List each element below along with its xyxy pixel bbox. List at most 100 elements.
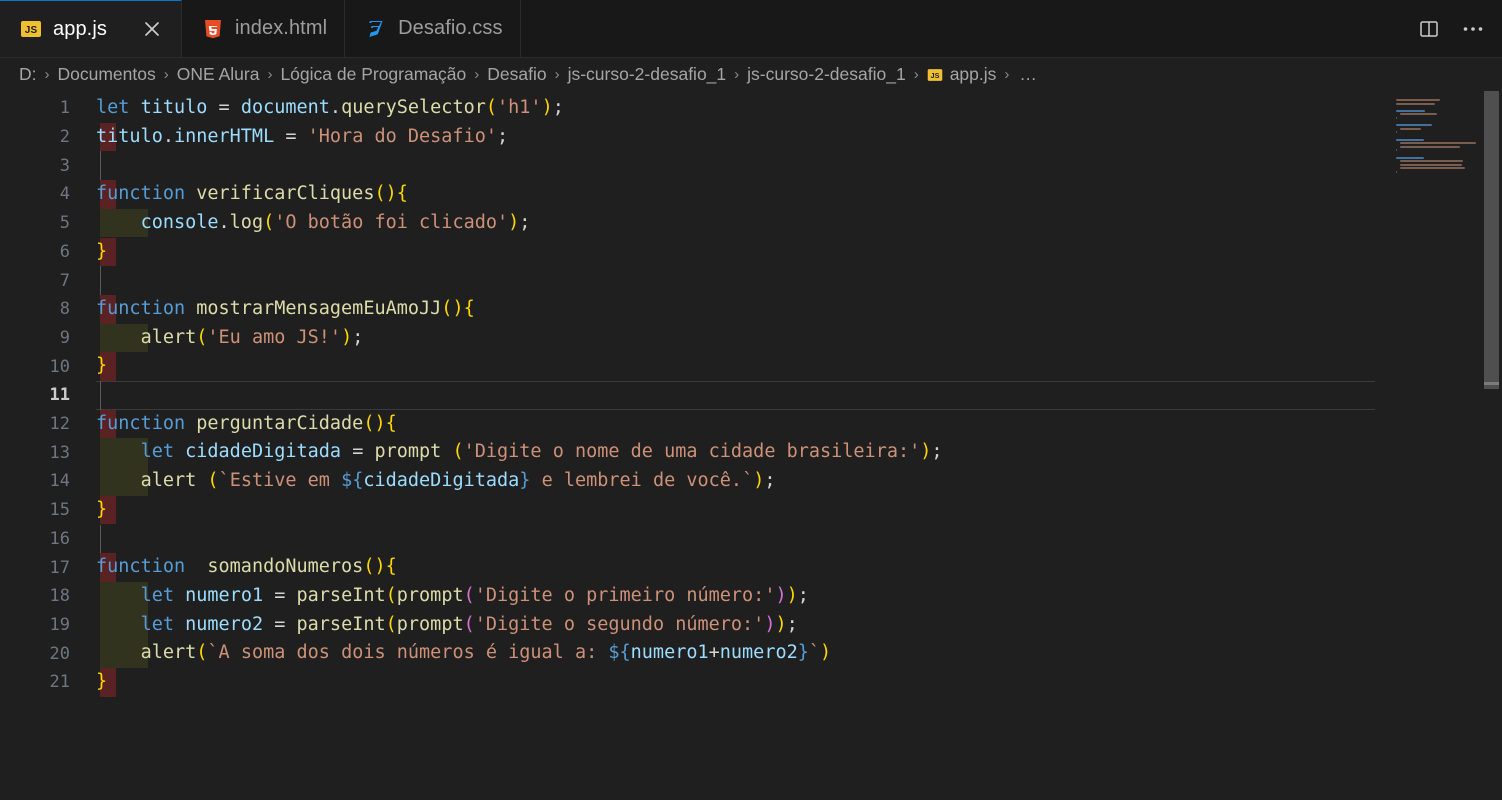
code-text[interactable]: alert(`A soma dos dois números é igual a…	[96, 639, 832, 668]
line-number: 21	[49, 672, 70, 693]
code-text[interactable]: function verificarCliques(){	[96, 180, 408, 209]
tab-label: app.js	[53, 17, 107, 40]
line-number: 16	[49, 528, 70, 549]
code-text[interactable]: function mostrarMensagemEuAmoJJ(){	[96, 295, 475, 324]
code-text[interactable]: }	[96, 352, 107, 381]
indent-guide	[100, 381, 101, 410]
code-line[interactable]: 18 let numero1 = parseInt(prompt('Digite…	[0, 581, 1502, 611]
code-lines-container[interactable]: 1 let titulo = document.querySelector('h1…	[0, 91, 1502, 800]
svg-text:JS: JS	[930, 70, 939, 79]
code-line[interactable]: 4 function verificarCliques(){	[0, 180, 1502, 209]
svg-text:JS: JS	[25, 25, 38, 36]
code-line[interactable]: 5 console.log('O botão foi clicado');	[0, 208, 1502, 238]
code-text[interactable]: alert('Eu amo JS!');	[96, 324, 364, 353]
code-line[interactable]: 20 alert(`A soma dos dois números é igua…	[0, 639, 1502, 668]
indent-guide	[100, 266, 101, 295]
code-line[interactable]: 1 let titulo = document.querySelector('h1…	[0, 94, 1502, 123]
code-text[interactable]: }	[96, 238, 107, 267]
line-number: 5	[59, 213, 70, 234]
active-line-highlight	[96, 381, 1375, 410]
js-file-icon: JS	[927, 67, 943, 83]
code-line[interactable]: 11	[0, 381, 1502, 410]
line-number: 12	[49, 414, 70, 435]
code-line[interactable]: 2 titulo.innerHTML = 'Hora do Desafio';	[0, 122, 1502, 152]
editor-vertical-scrollbar[interactable]	[1480, 91, 1502, 800]
line-number: 19	[49, 614, 70, 635]
breadcrumb-overflow[interactable]: …	[1019, 64, 1038, 85]
breadcrumb-separator-icon: ›	[267, 66, 273, 83]
breadcrumb-item-file[interactable]: JS app.js	[926, 64, 998, 85]
breadcrumb-separator-icon: ›	[734, 66, 740, 83]
split-editor-right-icon[interactable]	[1412, 12, 1446, 46]
tab-label: Desafio.css	[398, 17, 503, 39]
code-text[interactable]: }	[96, 496, 107, 525]
code-line[interactable]: 17 function somandoNumeros(){	[0, 553, 1502, 582]
line-number: 15	[49, 500, 70, 521]
code-line[interactable]: 6}	[0, 237, 1502, 267]
tab-index-html[interactable]: index.html	[181, 0, 346, 57]
code-text[interactable]: function somandoNumeros(){	[96, 553, 397, 582]
js-file-icon: JS	[20, 18, 42, 40]
line-number: 13	[49, 442, 70, 463]
breadcrumb-item-0[interactable]: D:	[18, 64, 38, 85]
line-number: 11	[49, 385, 70, 406]
breadcrumb-item-4[interactable]: Desafio	[486, 64, 547, 85]
code-text[interactable]: console.log('O botão foi clicado');	[96, 209, 531, 238]
breadcrumb-item-2[interactable]: ONE Alura	[176, 64, 261, 85]
tab-app-js[interactable]: JS app.js	[0, 0, 182, 57]
close-icon[interactable]	[140, 17, 164, 41]
line-number: 20	[49, 643, 70, 664]
line-number: 18	[49, 586, 70, 607]
breadcrumb-item-1[interactable]: Documentos	[57, 64, 157, 85]
scrollbar-thumb[interactable]	[1484, 91, 1499, 390]
code-line[interactable]: 19 let numero2 = parseInt(prompt('Digite…	[0, 610, 1502, 640]
code-text[interactable]: titulo.innerHTML = 'Hora do Desafio';	[96, 123, 508, 152]
tab-desafio-css[interactable]: Desafio.css	[345, 0, 521, 57]
vscode-window: JS app.js index.html Desafio.css D: › Do…	[0, 0, 1502, 800]
code-text[interactable]: let titulo = document.querySelector('h1'…	[96, 94, 564, 123]
code-text[interactable]: let cidadeDigitada = prompt ('Digite o n…	[96, 438, 943, 467]
code-line[interactable]: 14 alert (`Estive em ${cidadeDigitada} e…	[0, 467, 1502, 496]
line-number: 8	[59, 299, 70, 320]
code-text[interactable]: alert (`Estive em ${cidadeDigitada} e le…	[96, 467, 776, 496]
breadcrumb-item-6[interactable]: js-curso-2-desafio_1	[746, 64, 907, 85]
line-number: 6	[59, 241, 70, 262]
code-line[interactable]: 16	[0, 524, 1502, 554]
code-text[interactable]: let numero2 = parseInt(prompt('Digite o …	[96, 611, 798, 640]
editor-tab-bar: JS app.js index.html Desafio.css	[0, 0, 1502, 58]
breadcrumb-separator-icon: ›	[913, 66, 919, 83]
code-line[interactable]: 9 alert('Eu amo JS!');	[0, 323, 1502, 353]
line-number: 17	[49, 557, 70, 578]
line-number: 10	[49, 356, 70, 377]
code-editor[interactable]: 1 let titulo = document.querySelector('h1…	[0, 91, 1502, 800]
code-text[interactable]: function perguntarCidade(){	[96, 410, 397, 439]
more-actions-icon[interactable]	[1456, 12, 1490, 46]
line-number: 14	[49, 471, 70, 492]
breadcrumb-item-3[interactable]: Lógica de Programação	[279, 64, 467, 85]
code-text[interactable]: let numero1 = parseInt(prompt('Digite o …	[96, 582, 809, 611]
scrollbar-tick	[1484, 382, 1499, 385]
breadcrumb: D: › Documentos › ONE Alura › Lógica de …	[0, 58, 1502, 91]
line-number: 3	[59, 155, 70, 176]
breadcrumb-separator-icon: ›	[163, 66, 169, 83]
code-line[interactable]: 8 function mostrarMensagemEuAmoJJ(){	[0, 294, 1502, 324]
code-line[interactable]: 13 let cidadeDigitada = prompt ('Digite …	[0, 438, 1502, 468]
breadcrumb-item-5[interactable]: js-curso-2-desafio_1	[567, 64, 728, 85]
code-line[interactable]: 12 function perguntarCidade(){	[0, 409, 1502, 439]
code-text[interactable]: }	[96, 668, 107, 697]
line-number: 2	[59, 127, 70, 148]
code-line[interactable]: 15}	[0, 495, 1502, 525]
line-number: 4	[59, 184, 70, 205]
tab-label: index.html	[234, 17, 328, 39]
line-number: 1	[59, 98, 70, 119]
html-file-icon	[202, 18, 224, 40]
indent-guide	[100, 151, 101, 181]
code-line[interactable]: 7	[0, 266, 1502, 295]
code-line[interactable]: 10}	[0, 352, 1502, 381]
line-number: 9	[59, 327, 70, 348]
editor-toolbar	[1412, 0, 1502, 57]
code-line[interactable]: 21}	[0, 668, 1502, 697]
breadcrumb-separator-icon: ›	[44, 66, 50, 83]
indent-guide	[100, 524, 101, 554]
code-line[interactable]: 3	[0, 151, 1502, 181]
